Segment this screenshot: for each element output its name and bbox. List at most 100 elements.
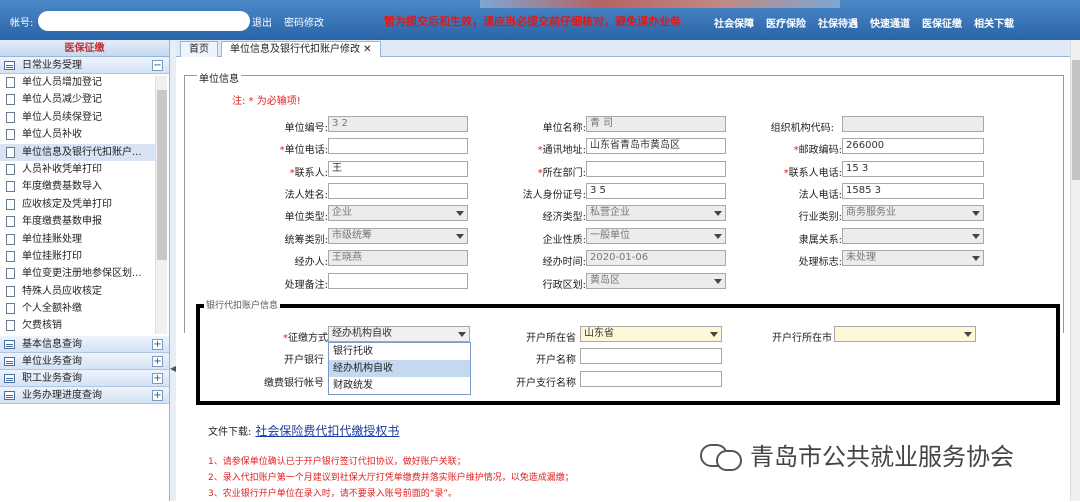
postcode-field[interactable]: 266000 bbox=[842, 138, 984, 154]
page-scrollbar[interactable] bbox=[1070, 40, 1080, 501]
account-name-field[interactable] bbox=[580, 348, 722, 364]
city-select[interactable] bbox=[834, 326, 976, 342]
scrollbar-thumb[interactable] bbox=[1072, 60, 1080, 180]
main-content: 首页 单位信息及银行代扣账户修改 ✕ 单位信息 注: * 为必输项! 单位编号:… bbox=[176, 40, 1070, 501]
group-worker-query[interactable]: 职工业务查询 + bbox=[0, 370, 169, 387]
legal-phone-field[interactable]: 1585 3 bbox=[842, 183, 984, 199]
menu-item[interactable]: 年度缴费基数导入 bbox=[0, 178, 155, 195]
menu-item[interactable]: 单位人员增加登记 bbox=[0, 74, 155, 91]
legal-id-field[interactable]: 3 5 bbox=[586, 183, 726, 199]
menu-item-selected[interactable]: 单位信息及银行代扣账户... bbox=[0, 143, 155, 161]
city-label: 开户行所在市 bbox=[772, 333, 832, 344]
pool-type-select[interactable]: 市级统筹 bbox=[328, 228, 468, 244]
process-flag-select[interactable]: 未处理 bbox=[842, 250, 984, 266]
pool-type-label: 统筹类别: bbox=[284, 235, 328, 246]
econ-type-select[interactable]: 私营企业 bbox=[586, 205, 726, 221]
affiliation-select[interactable] bbox=[842, 228, 984, 244]
handler-label: 经办人: bbox=[294, 257, 328, 268]
menu-item[interactable]: 应收核定及凭单打印 bbox=[0, 196, 155, 213]
industry-select[interactable]: 商务服务业 bbox=[842, 205, 984, 221]
menu-scrollbar[interactable] bbox=[155, 76, 167, 334]
bank-legend: 银行代扣账户信息 bbox=[204, 298, 281, 311]
menu-item[interactable]: 单位人员减少登记 bbox=[0, 91, 155, 108]
handle-time-label: 经办时间: bbox=[542, 257, 586, 268]
scrollbar-thumb[interactable] bbox=[157, 90, 167, 260]
province-select[interactable]: 山东省 bbox=[580, 326, 722, 342]
legal-phone-label: 法人电话: bbox=[798, 190, 842, 201]
menu-item-label: 单位变更注册地参保区划... bbox=[22, 268, 142, 280]
group-label: 业务办理进度查询 bbox=[22, 390, 102, 401]
document-icon bbox=[6, 303, 15, 315]
unit-phone-field[interactable] bbox=[328, 138, 468, 154]
menu-item[interactable]: 单位人员续保登记 bbox=[0, 109, 155, 126]
expand-icon[interactable]: + bbox=[152, 339, 163, 350]
collect-method-select[interactable]: 经办机构自收 bbox=[328, 326, 470, 342]
option-agency-self-collect[interactable]: 经办机构自收 bbox=[329, 360, 470, 377]
menu-item[interactable]: 人员补收凭单打印 bbox=[0, 161, 155, 178]
unit-name-field[interactable]: 青 司 bbox=[586, 116, 726, 132]
option-finance-unified[interactable]: 财政统发 bbox=[329, 377, 470, 394]
chevron-down-icon bbox=[456, 234, 464, 239]
menu-item[interactable]: 单位挂账处理 bbox=[0, 231, 155, 248]
tab-home[interactable]: 首页 bbox=[180, 41, 218, 57]
option-bank-collection[interactable]: 银行托收 bbox=[329, 343, 470, 360]
menu-item[interactable]: 年度缴费基数申报 bbox=[0, 213, 155, 230]
nav-medical-insurance[interactable]: 医疗保险 bbox=[762, 13, 810, 32]
group-progress-query[interactable]: 业务办理进度查询 + bbox=[0, 387, 169, 404]
nav-medical-collection[interactable]: 医保征缴 bbox=[918, 13, 966, 32]
handle-time-field[interactable]: 2020-01-06 bbox=[586, 250, 726, 266]
expand-icon[interactable]: + bbox=[152, 390, 163, 401]
chevron-down-icon bbox=[972, 211, 980, 216]
sidebar: 医保征缴 日常业务受理 − 单位人员增加登记 单位人员减少登记 单位人员续保登记… bbox=[0, 40, 170, 501]
remark-field[interactable] bbox=[328, 273, 468, 289]
enterprise-nature-select[interactable]: 一般单位 bbox=[586, 228, 726, 244]
contact-field[interactable]: 王 bbox=[328, 161, 468, 177]
document-icon bbox=[6, 181, 15, 193]
enterprise-nature-label: 企业性质: bbox=[542, 235, 586, 246]
menu-item[interactable]: 特殊人员应收核定 bbox=[0, 283, 155, 300]
tab-unit-info-edit[interactable]: 单位信息及银行代扣账户修改 ✕ bbox=[221, 41, 381, 57]
expand-icon[interactable]: + bbox=[152, 356, 163, 367]
unit-no-field[interactable]: 3 2 bbox=[328, 116, 468, 132]
group-basic-query[interactable]: 基本信息查询 + bbox=[0, 336, 169, 353]
menu-item[interactable]: 单位变更注册地参保区划... bbox=[0, 265, 155, 282]
menu-item-label: 单位挂账处理 bbox=[22, 233, 82, 245]
select-value: 市级统筹 bbox=[332, 230, 372, 241]
logout-link[interactable]: 退出 bbox=[252, 14, 272, 29]
list-icon bbox=[4, 61, 15, 70]
menu-item[interactable]: 个人全额补缴 bbox=[0, 300, 155, 317]
nav-quick-access[interactable]: 快速通道 bbox=[866, 13, 914, 32]
group-daily-business[interactable]: 日常业务受理 − bbox=[0, 57, 169, 74]
nav-social-security[interactable]: 社会保障 bbox=[710, 13, 758, 32]
menu-item-label: 应收核定及凭单打印 bbox=[22, 198, 112, 210]
account-field bbox=[38, 11, 250, 31]
branch-name-field[interactable] bbox=[580, 371, 722, 387]
menu-item[interactable]: 单位挂账打印 bbox=[0, 248, 155, 265]
expand-icon[interactable]: + bbox=[152, 373, 163, 384]
address-field[interactable]: 山东省青岛市黄岛区 bbox=[586, 138, 726, 154]
department-field[interactable] bbox=[586, 161, 726, 177]
collapse-icon[interactable]: − bbox=[152, 60, 163, 71]
org-code-field[interactable] bbox=[842, 116, 984, 132]
wechat-icon bbox=[700, 442, 742, 471]
district-select[interactable]: 黄岛区 bbox=[586, 273, 726, 289]
sidebar-title: 医保征缴 bbox=[0, 40, 169, 57]
banner-decoration bbox=[480, 0, 840, 8]
menu-item[interactable]: 欠费核销 bbox=[0, 317, 155, 334]
unit-type-select[interactable]: 企业 bbox=[328, 205, 468, 221]
group-unit-query[interactable]: 单位业务查询 + bbox=[0, 353, 169, 370]
change-password-link[interactable]: 密码修改 bbox=[284, 14, 324, 29]
legal-name-field[interactable] bbox=[328, 183, 468, 199]
document-icon bbox=[6, 129, 15, 141]
chevron-down-icon bbox=[714, 234, 722, 239]
document-icon bbox=[6, 111, 15, 123]
handler-field[interactable]: 王晓燕 bbox=[328, 250, 468, 266]
nav-social-benefits[interactable]: 社保待遇 bbox=[814, 13, 862, 32]
nav-downloads[interactable]: 相关下载 bbox=[970, 13, 1018, 32]
tip-item: 2、录入代扣账户第一个月建议到社保大厅打凭单缴费并落实账户维护情况，以免造成漏缴… bbox=[208, 473, 574, 483]
menu-item[interactable]: 单位人员补收 bbox=[0, 126, 155, 143]
menu-item-label: 特殊人员应收核定 bbox=[22, 285, 102, 297]
tips-list: 1、请参保单位确认已于开户银行签订代扣协议，做好账户关联； 2、录入代扣账户第一… bbox=[208, 454, 574, 502]
contact-phone-field[interactable]: 15 3 bbox=[842, 161, 984, 177]
authorization-download-link[interactable]: 社会保险费代扣代缴授权书 bbox=[255, 424, 399, 438]
